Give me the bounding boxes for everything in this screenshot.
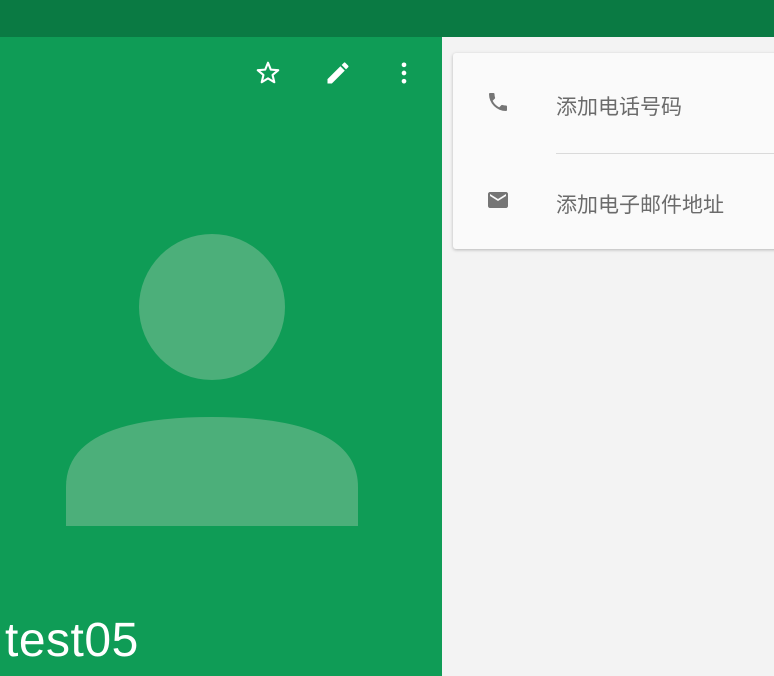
add-email-label: 添加电子邮件地址 [556, 193, 724, 217]
contact-name: test05 [5, 614, 139, 667]
more-options-button[interactable] [386, 55, 422, 91]
star-outline-icon [256, 61, 280, 84]
contact-header: test05 [0, 37, 442, 676]
avatar-placeholder [66, 234, 358, 526]
edit-contact-button[interactable] [320, 55, 356, 91]
phone-icon [489, 93, 507, 111]
add-phone-label: 添加电话号码 [556, 95, 682, 119]
favorite-star-button[interactable] [250, 55, 286, 91]
pencil-icon [327, 62, 349, 84]
contact-details-card: 添加电话号码 添加电子邮件地址 [453, 53, 774, 249]
contact-details-panel: 添加电话号码 添加电子邮件地址 [442, 37, 774, 676]
status-bar [0, 0, 774, 37]
email-icon [488, 192, 508, 208]
more-vert-icon [401, 62, 407, 84]
add-email-row[interactable]: 添加电子邮件地址 [453, 151, 774, 249]
add-phone-row[interactable]: 添加电话号码 [453, 53, 774, 151]
